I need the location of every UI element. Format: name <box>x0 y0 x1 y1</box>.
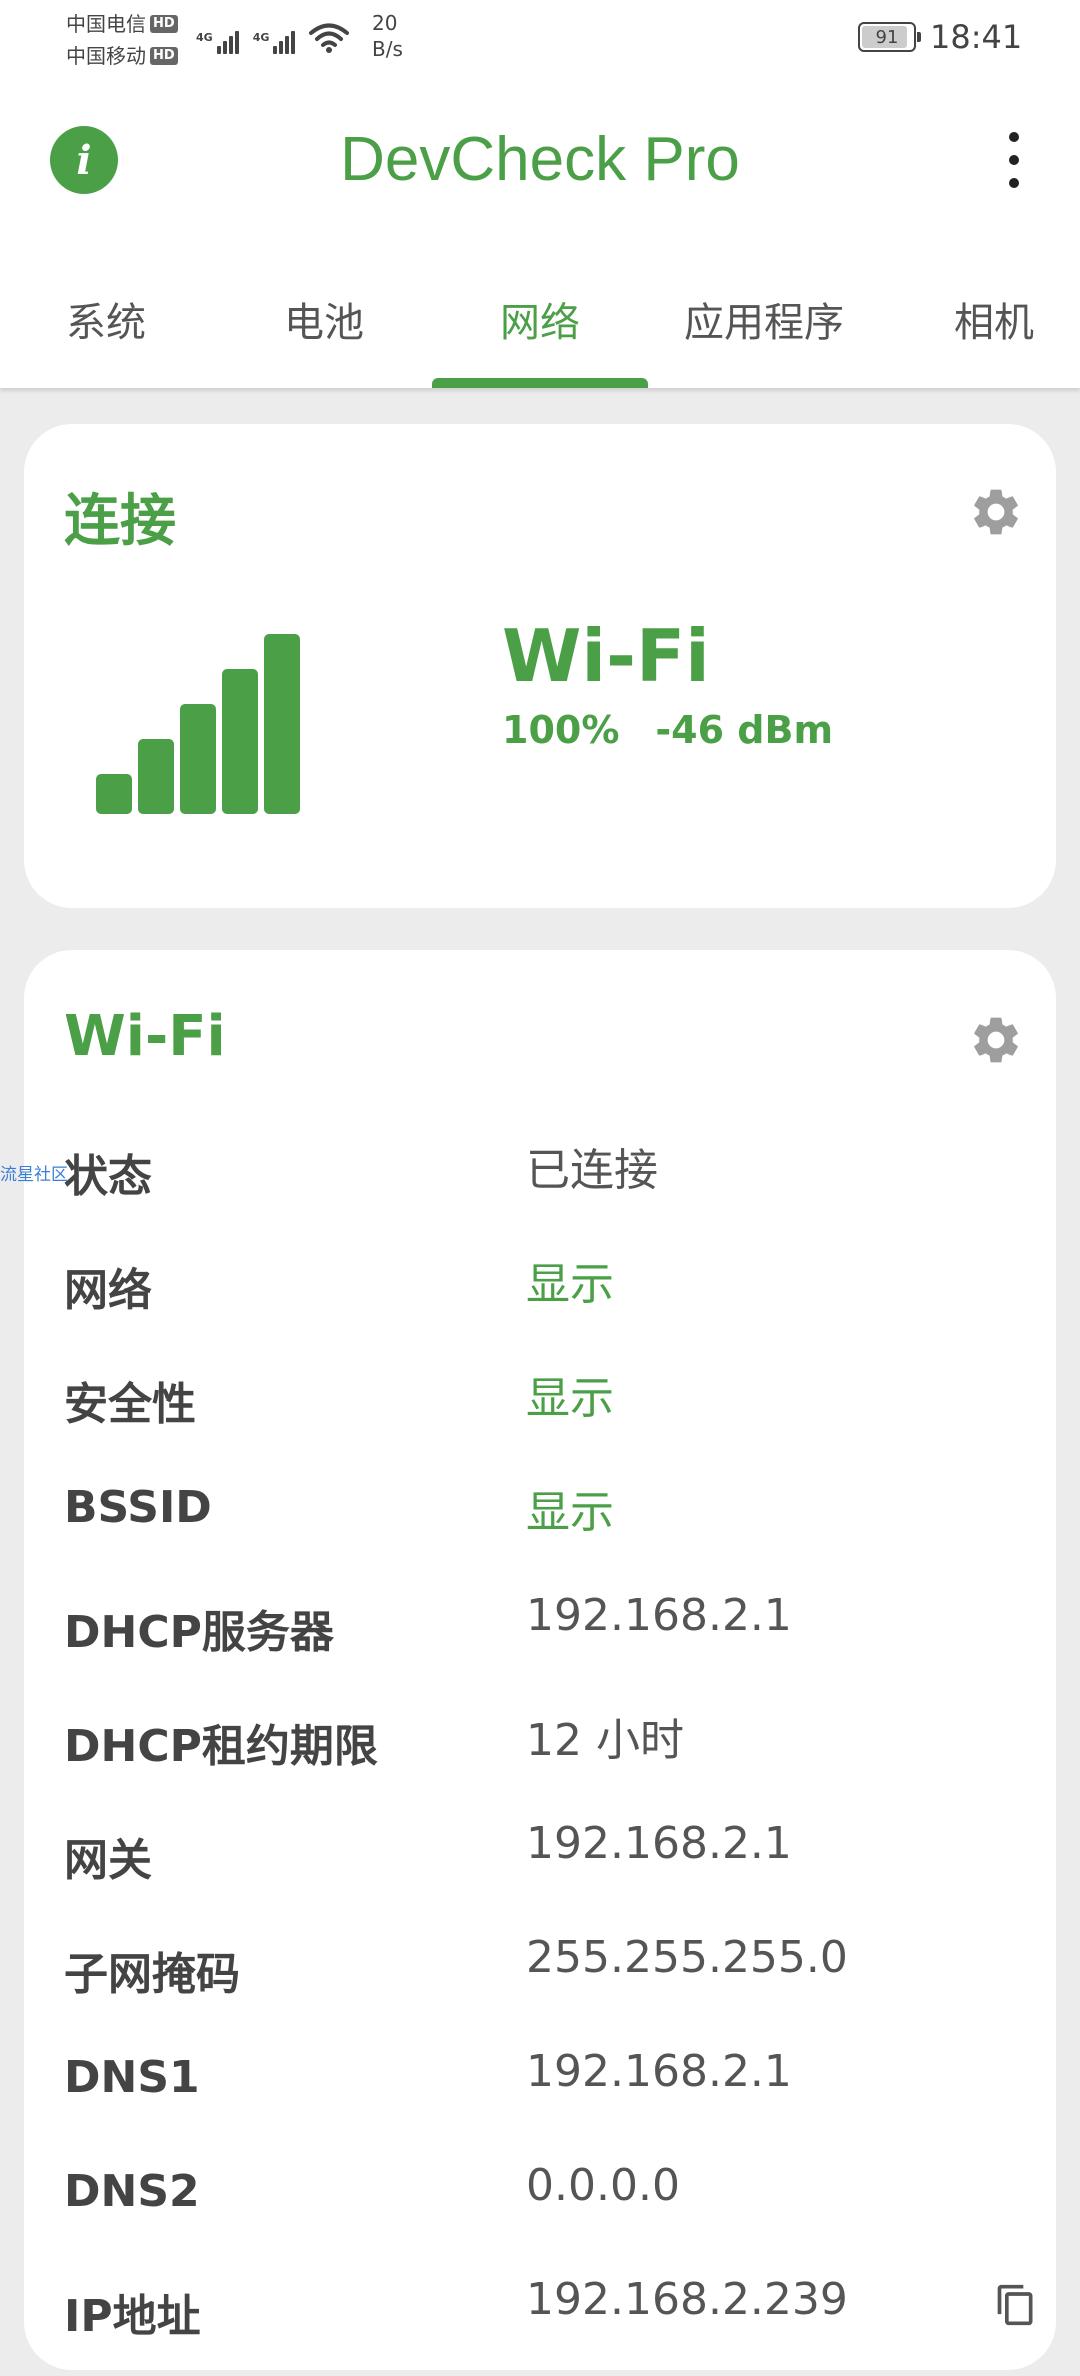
cell-signal-icon-1: 4G <box>196 31 239 54</box>
battery-level: 91 <box>875 26 899 48</box>
list-item: 安全性 显示 <box>64 1350 1024 1464</box>
list-item: 状态 已连接 <box>64 1122 1024 1236</box>
wifi-icon <box>309 23 350 53</box>
signal-bar <box>180 704 216 814</box>
list-item: 网关 192.168.2.1 <box>64 1806 1024 1920</box>
list-item: DNS2 0.0.0.0 <box>64 2148 1024 2262</box>
wifi-card-title: Wi-Fi <box>64 1004 226 1069</box>
wifi-info-list: 状态 已连接 网络 显示 安全性 显示 BSSID 显示 DHCP服务器 192… <box>64 1122 1033 2376</box>
list-item: DHCP租约期限 12 小时 <box>64 1692 1024 1806</box>
hd-badge-2: HD <box>150 47 178 65</box>
row-label: 网络 <box>64 1265 152 1316</box>
network-speed-unit: B/s <box>372 37 403 61</box>
list-item: DHCP服务器 192.168.2.1 <box>64 1578 1024 1692</box>
net-type-label-1: 4G <box>196 31 213 44</box>
list-item: IP地址 192.168.2.239 <box>64 2262 1033 2376</box>
carrier-info: 中国电信 HD 中国移动 HD <box>66 8 178 72</box>
signal-bar <box>138 739 174 814</box>
network-speed-value: 20 <box>372 11 398 35</box>
connection-type: Wi-Fi <box>502 614 710 698</box>
row-value: 192.168.2.1 <box>526 1590 792 1641</box>
signal-bar <box>96 774 132 814</box>
copy-icon[interactable] <box>994 2280 1038 2330</box>
row-value: 已连接 <box>526 1145 658 1196</box>
app-title: DevCheck Pro <box>340 125 740 194</box>
connection-card: 连接 Wi-Fi 100% -46 dBm <box>24 424 1056 908</box>
list-item: 子网掩码 255.255.255.0 <box>64 1920 1024 2034</box>
more-vert-icon[interactable] <box>1000 132 1028 188</box>
show-network-link[interactable]: 显示 <box>526 1248 614 1312</box>
row-value: 255.255.255.0 <box>526 1932 848 1983</box>
list-item: BSSID 显示 <box>64 1464 1024 1578</box>
network-icons: 4G 4G <box>196 14 350 54</box>
row-value: 192.168.2.239 <box>526 2274 848 2325</box>
row-label: 网关 <box>64 1835 152 1886</box>
row-label: 子网掩码 <box>64 1949 240 2000</box>
status-bar: 中国电信 HD 中国移动 HD 4G 4G 20 B/s 91 18:41 <box>0 0 1080 80</box>
signal-icon <box>96 634 300 814</box>
carrier-1-name: 中国电信 <box>66 12 146 36</box>
watermark: 流星社区 <box>0 1165 68 1185</box>
battery-icon: 91 <box>858 22 921 52</box>
signal-percent: 100% <box>502 708 620 752</box>
row-label: 安全性 <box>64 1379 196 1430</box>
wifi-card: Wi-Fi 状态 已连接 网络 显示 安全性 显示 BSSID 显示 DHCP服… <box>24 950 1056 2370</box>
tab-indicator <box>432 378 648 388</box>
row-value: 192.168.2.1 <box>526 2046 792 2097</box>
row-label: IP地址 <box>64 2291 201 2342</box>
row-label: 状态 <box>64 1151 152 1202</box>
list-item: DNS1 192.168.2.1 <box>64 2034 1024 2148</box>
network-speed: 20 B/s <box>372 10 403 62</box>
tab-apps[interactable]: 应用程序 <box>684 290 844 348</box>
app-bar: i DevCheck Pro <box>0 80 1080 230</box>
hd-badge-1: HD <box>150 15 178 33</box>
carrier-2-name: 中国移动 <box>66 44 146 68</box>
gear-icon[interactable] <box>968 484 1024 540</box>
tab-system[interactable]: 系统 <box>66 290 146 348</box>
tab-camera[interactable]: 相机 <box>954 290 1034 348</box>
gear-icon[interactable] <box>968 1012 1024 1068</box>
row-label: BSSID <box>64 1482 212 1533</box>
tab-battery[interactable]: 电池 <box>284 290 364 348</box>
signal-bar <box>222 669 258 814</box>
signal-dbm: -46 dBm <box>655 708 834 752</box>
show-security-link[interactable]: 显示 <box>526 1362 614 1426</box>
show-bssid-link[interactable]: 显示 <box>526 1476 614 1540</box>
row-value: 0.0.0.0 <box>526 2160 680 2211</box>
row-value: 192.168.2.1 <box>526 1818 792 1869</box>
row-label: DNS1 <box>64 2052 200 2103</box>
row-label: DHCP租约期限 <box>64 1721 378 1772</box>
net-type-label-2: 4G <box>252 31 270 44</box>
signal-stats: 100% -46 dBm <box>502 708 833 752</box>
list-item: 网络 显示 <box>64 1236 1024 1350</box>
row-label: DNS2 <box>64 2166 200 2217</box>
signal-bar <box>264 634 300 814</box>
tab-network[interactable]: 网络 <box>500 290 580 348</box>
connection-card-title: 连接 <box>64 489 176 554</box>
cell-signal-icon-2: 4G <box>253 31 296 54</box>
tab-bar: 系统 电池 网络 应用程序 相机 <box>0 230 1080 388</box>
row-label: DHCP服务器 <box>64 1607 334 1658</box>
clock: 18:41 <box>930 18 1023 56</box>
row-value: 12 小时 <box>526 1715 684 1766</box>
